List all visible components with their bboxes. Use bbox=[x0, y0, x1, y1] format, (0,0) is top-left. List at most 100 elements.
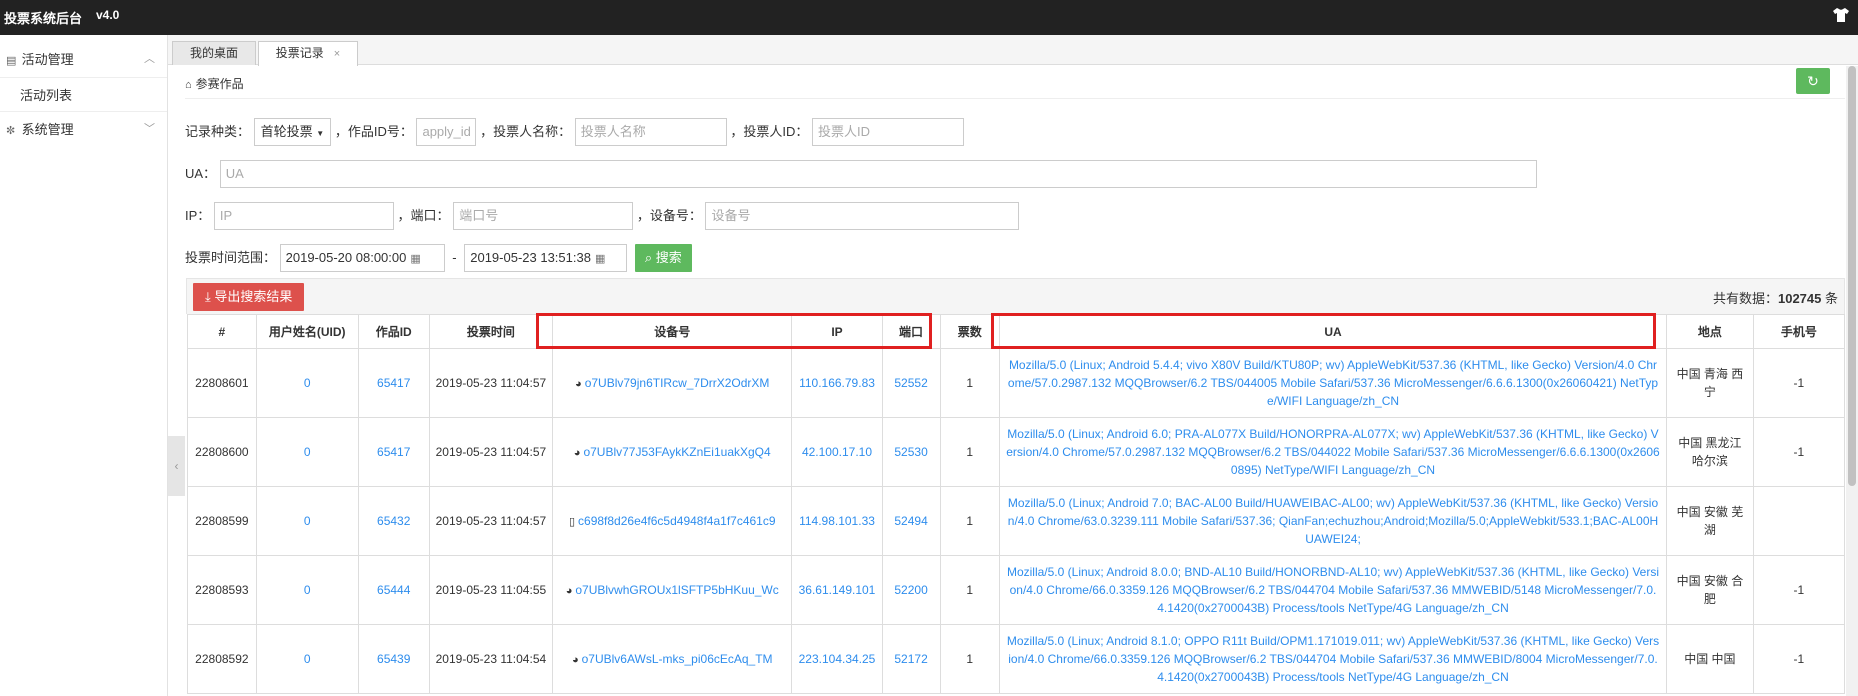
table-row: 22808600 0 65417 2019-05-23 11:04:57 ◕ o7UBlv… bbox=[187, 417, 1846, 487]
column-header: 票数 bbox=[939, 314, 1000, 349]
cell-time: 2019-05-23 11:04:57 bbox=[428, 417, 554, 487]
port-input[interactable]: 端口号 bbox=[453, 202, 634, 230]
divider bbox=[185, 98, 1845, 99]
cell-votes: 1 bbox=[939, 624, 1000, 694]
cell-location: 中国 安徽 合肥 bbox=[1666, 555, 1754, 625]
ua-input[interactable]: UA bbox=[219, 160, 1537, 188]
tshirt-icon[interactable] bbox=[1832, 7, 1850, 23]
device-label: ，设备号： bbox=[636, 208, 702, 223]
cell-work-id[interactable]: 65417 bbox=[357, 417, 430, 487]
cell-text: 0 bbox=[303, 376, 311, 390]
column-header: 端口 bbox=[881, 314, 941, 349]
cell-time: 2019-05-23 11:04:57 bbox=[428, 486, 554, 556]
cell-text: 1 bbox=[966, 583, 974, 597]
export-label: 导出搜索结果 bbox=[214, 289, 293, 304]
ua-label: UA： bbox=[185, 166, 217, 181]
cell-text: o7UBlv79jn6TIRcw_7DrrX2OdrXM bbox=[584, 375, 770, 390]
sidebar-group-system[interactable]: ✼ 系统管理 ﹀ bbox=[0, 112, 167, 147]
column-header: 设备号 bbox=[552, 314, 793, 349]
cell-text: 65444 bbox=[377, 583, 411, 597]
cell-text: -1 bbox=[1793, 652, 1805, 666]
cell-port[interactable]: 52172 bbox=[881, 624, 941, 694]
cell-port[interactable]: 52530 bbox=[881, 417, 941, 487]
sidebar-item-activity-list[interactable]: 活动列表 bbox=[0, 77, 167, 112]
voter-id-input[interactable]: 投票人ID bbox=[812, 118, 964, 146]
export-results-button[interactable]: ⤓ 导出搜索结果 bbox=[193, 283, 305, 311]
cell-text: 65417 bbox=[377, 445, 411, 459]
cell-ua[interactable]: Mozilla/5.0 (Linux; Android 8.1.0; OPPO … bbox=[998, 624, 1668, 694]
cell-uid[interactable]: 0 bbox=[255, 348, 359, 418]
cell-id: 22808593 bbox=[187, 555, 257, 625]
cell-text: 52530 bbox=[894, 445, 928, 459]
cell-text: o7UBlv6AWsL-mks_pi06cEcAq_TM bbox=[581, 651, 773, 666]
cell-text: 1 bbox=[966, 514, 974, 528]
cell-text: Mozilla/5.0 (Linux; Android 8.1.0; OPPO … bbox=[1006, 634, 1660, 684]
close-icon[interactable]: × bbox=[334, 48, 340, 60]
ip-input[interactable]: IP bbox=[213, 202, 394, 230]
cell-ip[interactable]: 42.100.17.10 bbox=[791, 417, 883, 487]
refresh-button[interactable]: ↻ bbox=[1796, 68, 1830, 94]
time-start-input[interactable]: 2019-05-20 08:00:00 ▦ bbox=[279, 244, 445, 272]
device-input[interactable]: 设备号 bbox=[705, 202, 1020, 230]
cell-text: -1 bbox=[1793, 376, 1805, 390]
cell-port[interactable]: 52494 bbox=[881, 486, 941, 556]
cell-work-id[interactable]: 65444 bbox=[357, 555, 430, 625]
cell-text: 2019-05-23 11:04:57 bbox=[435, 376, 547, 390]
cell-port[interactable]: 52200 bbox=[881, 555, 941, 625]
cell-device[interactable]: ▯ c698f8d26e4f6c5d4948f4a1f7c461c9 bbox=[552, 486, 793, 556]
apply-id-input[interactable]: apply_id bbox=[416, 118, 477, 146]
cell-votes: 1 bbox=[939, 555, 1000, 625]
voter-name-input[interactable]: 投票人名称 bbox=[574, 118, 727, 146]
cell-ua[interactable]: Mozilla/5.0 (Linux; Android 5.4.4; vivo … bbox=[998, 348, 1668, 418]
total-prefix: 共有数据： bbox=[1712, 291, 1778, 306]
cell-ip[interactable]: 114.98.101.33 bbox=[791, 486, 883, 556]
cell-uid[interactable]: 0 bbox=[255, 624, 359, 694]
cell-ua[interactable]: Mozilla/5.0 (Linux; Android 7.0; BAC-AL0… bbox=[998, 486, 1668, 556]
cell-port[interactable]: 52552 bbox=[881, 348, 941, 418]
search-button[interactable]: ⌕ 搜索 bbox=[634, 244, 692, 272]
breadcrumb-label: 参赛作品 bbox=[195, 77, 244, 91]
scrollbar[interactable] bbox=[1846, 66, 1858, 696]
filter-row-1: 记录种类： 首轮投票 ▼ ，作品ID号： apply_id ，投票人名称： 投票… bbox=[185, 118, 964, 146]
scrollbar-thumb[interactable] bbox=[1848, 66, 1856, 486]
cell-text: Mozilla/5.0 (Linux; Android 8.0.0; BND-A… bbox=[1006, 565, 1660, 615]
cell-work-id[interactable]: 65439 bbox=[357, 624, 430, 694]
time-end-input[interactable]: 2019-05-23 13:51:38 ▦ bbox=[464, 244, 628, 272]
cell-uid[interactable]: 0 bbox=[255, 417, 359, 487]
cell-ip[interactable]: 223.104.34.25 bbox=[791, 624, 883, 694]
cell-time: 2019-05-23 11:04:57 bbox=[428, 348, 554, 418]
cell-device[interactable]: ◕ o7UBlv79jn6TIRcw_7DrrX2OdrXM bbox=[552, 348, 793, 418]
cell-ip[interactable]: 110.166.79.83 bbox=[791, 348, 883, 418]
search-icon: ⌕ bbox=[644, 250, 653, 265]
cell-ua[interactable]: Mozilla/5.0 (Linux; Android 8.0.0; BND-A… bbox=[998, 555, 1668, 625]
app-title: 投票系统后台 bbox=[4, 11, 83, 26]
cell-ip[interactable]: 36.61.149.101 bbox=[791, 555, 883, 625]
sidebar-collapse-handle[interactable]: ‹ bbox=[168, 436, 185, 496]
breadcrumb: ⌂ 参赛作品 bbox=[185, 75, 244, 92]
wechat-icon: ◕ bbox=[571, 653, 579, 666]
record-type-select[interactable]: 首轮投票 ▼ bbox=[253, 118, 332, 146]
cell-device[interactable]: ◕ o7UBlvwhGROUx1lSFTP5bHKuu_Wc bbox=[552, 555, 793, 625]
cell-uid[interactable]: 0 bbox=[255, 486, 359, 556]
cell-text: 22808601 bbox=[195, 376, 249, 390]
download-icon: ⤓ bbox=[205, 289, 211, 304]
tab-vote-records[interactable]: 投票记录 × bbox=[258, 41, 358, 66]
cell-uid[interactable]: 0 bbox=[255, 555, 359, 625]
tab-desktop[interactable]: 我的桌面 bbox=[172, 41, 256, 65]
cell-text: o7UBlv77J53FAykKZnEi1uakXgQ4 bbox=[583, 444, 771, 459]
cell-work-id[interactable]: 65432 bbox=[357, 486, 430, 556]
cell-text: 52172 bbox=[894, 652, 928, 666]
cell-work-id[interactable]: 65417 bbox=[357, 348, 430, 418]
sidebar-group-activity[interactable]: ▤ 活动管理 ︿ bbox=[0, 42, 167, 77]
cell-text: 0 bbox=[303, 514, 311, 528]
cell-device[interactable]: ◕ o7UBlv77J53FAykKZnEi1uakXgQ4 bbox=[552, 417, 793, 487]
cell-votes: 1 bbox=[939, 486, 1000, 556]
cell-ua[interactable]: Mozilla/5.0 (Linux; Android 6.0; PRA-AL0… bbox=[998, 417, 1668, 487]
wechat-icon: ◕ bbox=[565, 584, 573, 597]
cell-text: 114.98.101.33 bbox=[799, 514, 875, 528]
gear-icon: ✼ bbox=[6, 125, 16, 137]
cell-device[interactable]: ◕ o7UBlv6AWsL-mks_pi06cEcAq_TM bbox=[552, 624, 793, 694]
port-label: ，端口： bbox=[397, 208, 450, 223]
voter-name-label: ，投票人名称： bbox=[480, 124, 572, 139]
tab-label: 我的桌面 bbox=[189, 46, 238, 60]
